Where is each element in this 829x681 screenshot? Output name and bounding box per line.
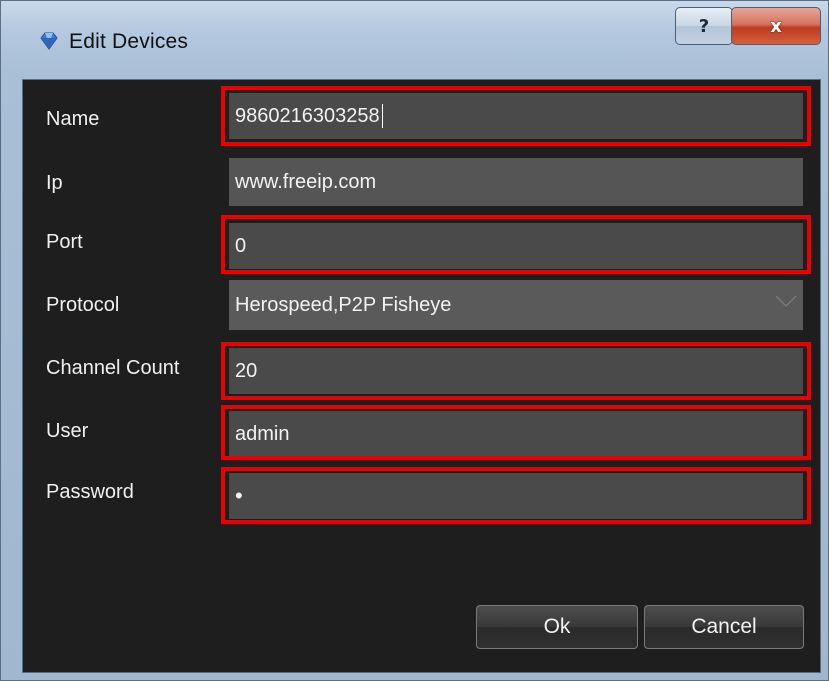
title-bar[interactable]: Edit Devices ? x [1,1,828,79]
ok-button[interactable]: Ok [476,605,638,649]
protocol-value: Herospeed,P2P Fisheye [235,293,452,316]
channel-count-label: Channel Count [46,357,180,379]
protocol-select[interactable]: Herospeed,P2P Fisheye [229,280,803,330]
password-label: Password [46,481,134,503]
ip-input[interactable]: www.freeip.com [229,158,803,206]
highlight-user [221,405,811,460]
app-diamond-icon [40,32,58,50]
ip-label: Ip [46,172,63,194]
port-label: Port [46,231,83,253]
highlight-name [221,86,811,146]
cancel-button[interactable]: Cancel [644,605,804,649]
edit-devices-window: Edit Devices ? x Name 9860216303258 Ip w… [0,0,829,681]
highlight-password [221,467,811,524]
user-label: User [46,420,89,442]
window-title: Edit Devices [69,30,189,53]
chevron-down-icon[interactable] [775,294,797,308]
highlight-port [221,215,811,274]
ip-value: www.freeip.com [235,170,377,193]
close-button[interactable]: x [731,7,821,45]
highlight-channel-count [221,342,811,400]
help-button[interactable]: ? [675,7,733,45]
name-label: Name [46,108,100,130]
protocol-label: Protocol [46,294,120,316]
